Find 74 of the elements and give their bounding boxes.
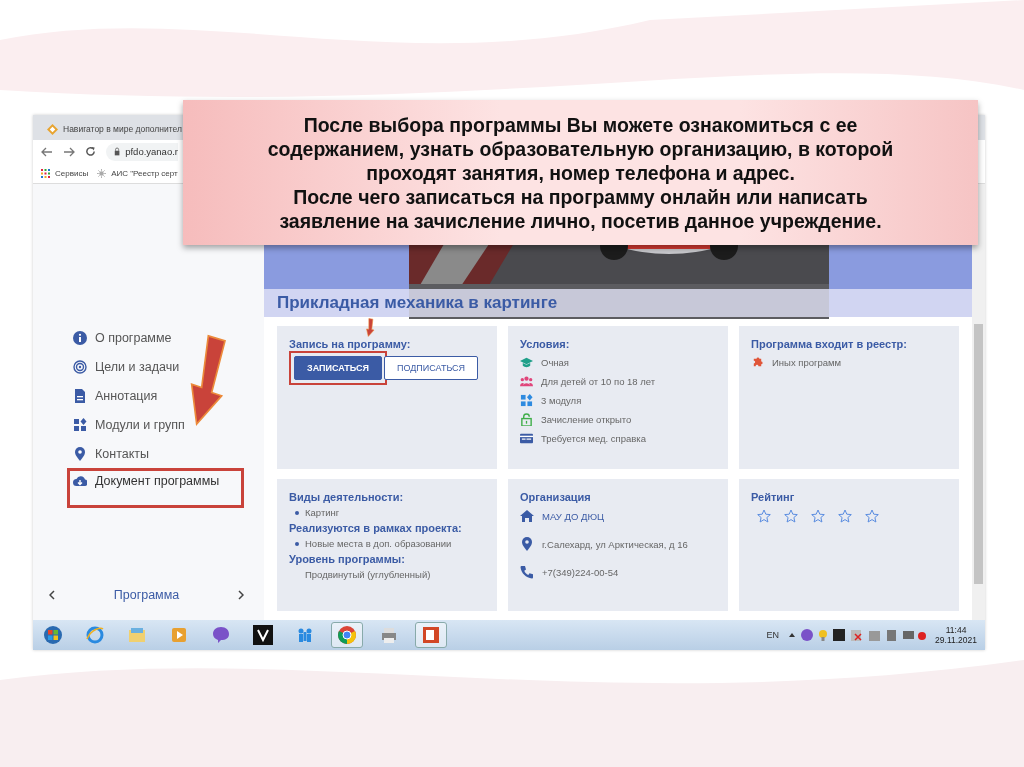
tray-icons-drawing[interactable]	[787, 628, 928, 642]
program-title: Прикладная механика в картинге	[264, 289, 972, 317]
card-title: Условия:	[520, 338, 571, 350]
arrow-icon	[364, 318, 376, 337]
time-text: 11:44	[945, 625, 967, 635]
grid-icon	[520, 394, 533, 407]
puzzle-icon	[751, 356, 764, 369]
sidebar-item[interactable]: Модули и групп	[33, 410, 264, 439]
bullet-icon	[295, 541, 299, 546]
cloud-download-icon	[73, 474, 87, 488]
detail-text: Требуется мед. справка	[541, 433, 646, 444]
address-bar[interactable]: pfdo.yanao.r	[106, 142, 178, 161]
card-icon	[520, 432, 533, 445]
star-icon[interactable]	[757, 509, 771, 523]
card-title: Организация	[520, 491, 592, 503]
presentation-app-icon[interactable]	[415, 622, 447, 648]
star-icon[interactable]	[838, 509, 852, 523]
star-icon[interactable]	[811, 509, 825, 523]
sidebar-item[interactable]: О программе	[33, 323, 264, 352]
star-icon[interactable]	[784, 509, 798, 523]
chevron-left-icon[interactable]	[49, 590, 55, 600]
document-icon	[73, 388, 87, 403]
callout-text: После чего записаться на программу онлайн или написать заявление на зачисление лично, посетив данное учреждение.	[278, 184, 883, 233]
sidebar-item[interactable]: Документ программы	[67, 468, 244, 508]
sidebar-item[interactable]: Аннотация	[33, 381, 264, 410]
phone-icon	[520, 565, 534, 579]
detail-text: Зачисление открыто	[541, 414, 632, 425]
detail-text: Картинг	[305, 507, 340, 518]
reload-icon[interactable]	[85, 146, 96, 157]
card-title: Запись на программу:	[289, 338, 412, 350]
scrollbar[interactable]	[972, 184, 985, 620]
language-indicator[interactable]: EN	[766, 630, 780, 640]
info-icon	[73, 330, 87, 345]
enroll-button[interactable]: ЗАПИСАТЬСЯ	[294, 356, 382, 380]
sidebar-item[interactable]: Контакты	[33, 439, 264, 468]
detail-text: Продвинутый (углубленный)	[305, 569, 431, 580]
back-icon[interactable]	[41, 146, 53, 157]
apps-grid-icon[interactable]	[41, 168, 50, 178]
date-text: 29.11.2021	[935, 635, 977, 645]
people-icon	[520, 375, 533, 388]
sun-icon	[97, 168, 107, 178]
target-icon	[73, 359, 87, 374]
card-title: Уровень программы:	[289, 553, 406, 565]
detail-text: Иных программ	[772, 357, 842, 368]
detail-text: Очная	[541, 357, 569, 368]
location-pin-icon	[73, 446, 87, 461]
bookmark-link[interactable]: Сервисы	[55, 168, 89, 178]
chevron-right-icon[interactable]	[238, 590, 244, 600]
diamond-icon	[47, 123, 58, 135]
card-title: Реализуются в рамках проекта:	[289, 522, 463, 534]
star-icon[interactable]	[865, 509, 879, 523]
detail-text: +7(349)224-00-54	[542, 566, 619, 578]
subscribe-button[interactable]: ПОДПИСАТЬСЯ	[384, 356, 479, 380]
detail-text: г.Салехард, ул Арктическая, д 16	[542, 538, 688, 550]
location-pin-icon	[520, 537, 534, 551]
detail-text: 3 модуля	[541, 395, 582, 406]
clock[interactable]: 11:44 29.11.2021	[935, 625, 977, 645]
card-title: Программа входит в реестр:	[751, 338, 908, 350]
grid-icon	[73, 417, 87, 432]
detail-text: МАУ ДО ДЮЦ	[542, 510, 605, 522]
bookmark-link[interactable]: АИС "Реестр серт	[111, 168, 178, 178]
card-title: Виды деятельности:	[289, 491, 405, 503]
card-title: Рейтинг	[751, 491, 796, 503]
browser-tab[interactable]: Навигатор в мире дополнител	[41, 118, 182, 140]
detail-text: Новые места в доп. образовании	[305, 538, 452, 549]
home-icon	[520, 509, 534, 523]
callout-text: После выбора программы Вы можете ознакомиться с ее содержанием, узнать образовательную организацию, в которой проходят занятия, номер телефона и адрес.	[266, 112, 895, 185]
bullet-icon	[295, 510, 299, 515]
sidebar-item[interactable]: Цели и задачи	[33, 352, 264, 381]
detail-text: Для детей от 10 по 18 лет	[541, 376, 656, 387]
forward-icon[interactable]	[63, 146, 75, 157]
padlock-icon	[520, 413, 533, 426]
section-label: Программа	[113, 588, 180, 602]
graduation-cap-icon	[520, 356, 533, 369]
